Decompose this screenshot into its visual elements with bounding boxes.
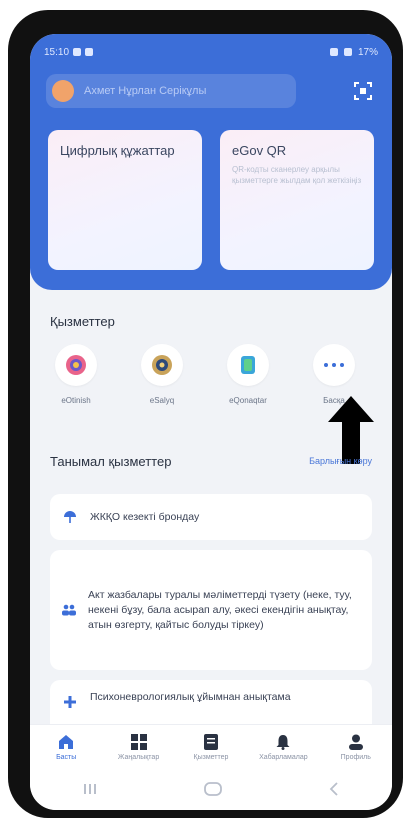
- egov-qr-card[interactable]: eGov QR QR-кодты сканерлеу арқылы қызмет…: [220, 130, 374, 270]
- app-screen: 15:10 17% Ахмет Нұрлан Серікұлы Цифрлық …: [30, 34, 392, 810]
- avatar: [52, 80, 74, 102]
- view-all-link[interactable]: Барлығын көру: [309, 456, 372, 466]
- recent-apps-icon[interactable]: [83, 783, 97, 795]
- system-navigation-bar: [30, 768, 392, 810]
- esalyq-icon: [152, 355, 172, 375]
- scan-icon: [354, 82, 372, 100]
- nav-home[interactable]: Басты: [31, 734, 101, 761]
- nav-label: Жаңалықтар: [117, 753, 160, 761]
- signal-icon: [343, 48, 352, 56]
- wifi-icon: [329, 48, 338, 56]
- card-title: Цифрлық құжаттар: [60, 143, 175, 158]
- nav-label: Басты: [56, 753, 77, 761]
- service-name: eQonaqtar: [229, 396, 267, 405]
- status-time: 15:10: [44, 46, 70, 58]
- user-name: Ахмет Нұрлан Серікұлы: [84, 85, 207, 97]
- popular-services-title: Танымал қызметтер: [50, 454, 172, 469]
- status-bar: 15:10 17%: [44, 44, 378, 60]
- service-name: eSalyq: [149, 396, 175, 405]
- nav-label: Хабарламалар: [259, 753, 308, 761]
- phone-frame: 15:10 17% Ахмет Нұрлан Серікұлы Цифрлық …: [8, 10, 403, 818]
- nav-label: Профиль: [340, 753, 371, 761]
- popular-item-civil-records[interactable]: Акт жазбалары туралы мәліметтерді түзету…: [50, 550, 372, 670]
- profile-switcher[interactable]: Ахмет Нұрлан Серікұлы: [46, 74, 296, 108]
- header-panel: 15:10 17% Ахмет Нұрлан Серікұлы Цифрлық …: [30, 34, 392, 290]
- notification-icon: [73, 48, 82, 56]
- card-title: eGov QR: [232, 143, 287, 158]
- scan-qr-button[interactable]: [352, 80, 374, 102]
- people-icon: [62, 604, 76, 616]
- umbrella-icon: [64, 511, 76, 523]
- eotinish-icon: [66, 355, 86, 375]
- service-esalyq[interactable]: eSalyq: [130, 344, 194, 405]
- home-button-icon[interactable]: [204, 782, 222, 796]
- service-eqonaqtar[interactable]: eQonaqtar: [216, 344, 280, 405]
- popular-item-queue[interactable]: ЖКҚО кезекті брондау: [50, 494, 372, 540]
- services-title: Қызметтер: [50, 314, 115, 329]
- service-eotinish[interactable]: eOtinish: [44, 344, 108, 405]
- arrow-up-icon: [328, 396, 374, 464]
- back-icon[interactable]: [329, 782, 339, 796]
- item-text: Акт жазбалары туралы мәліметтерді түзету…: [88, 588, 352, 631]
- card-subtitle: QR-кодты сканерлеу арқылы қызметтерге жы…: [232, 165, 362, 185]
- nav-services[interactable]: Қызметтер: [176, 733, 246, 761]
- more-icon: [324, 363, 344, 367]
- item-text: ЖКҚО кезекті брондау: [90, 510, 200, 523]
- person-icon: [348, 734, 363, 750]
- eqonaqtar-icon: [241, 356, 255, 374]
- digital-documents-card[interactable]: Цифрлық құжаттар: [48, 130, 202, 270]
- plus-icon: [64, 696, 76, 708]
- grid-icon: [130, 733, 147, 750]
- item-text: Психоневрологиялық ұйымнан анықтама: [90, 691, 291, 703]
- message-icon: [85, 48, 94, 56]
- battery-level: 17%: [357, 46, 378, 58]
- nav-label: Қызметтер: [193, 753, 229, 761]
- bottom-navigation: Басты Жаңалықтар Қызметтер Хабарламалар …: [30, 724, 392, 769]
- nav-profile[interactable]: Профиль: [321, 734, 391, 761]
- document-icon: [203, 733, 218, 750]
- service-name: eOtinish: [61, 396, 91, 405]
- nav-news[interactable]: Жаңалықтар: [104, 733, 174, 761]
- home-icon: [59, 734, 74, 749]
- bell-icon: [276, 734, 290, 750]
- nav-notifications[interactable]: Хабарламалар: [248, 734, 318, 761]
